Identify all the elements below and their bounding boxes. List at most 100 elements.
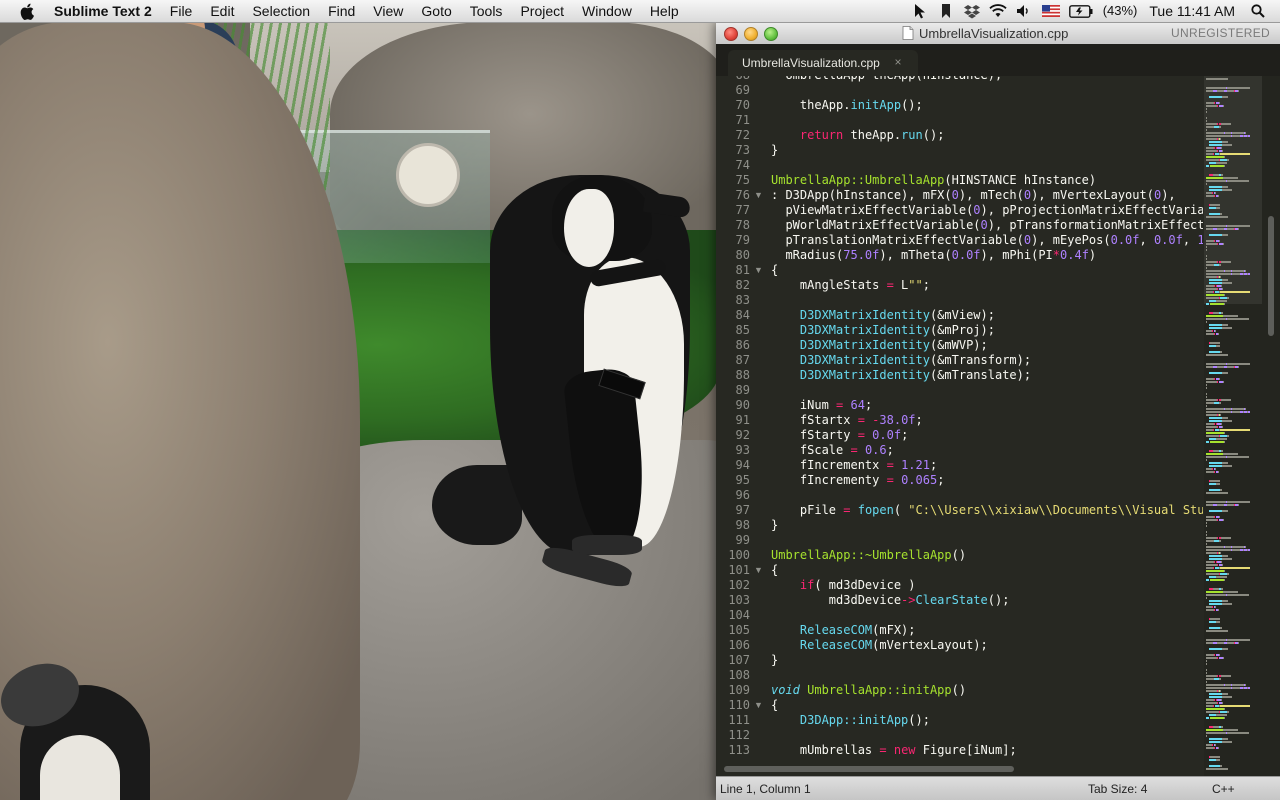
- code-line[interactable]: }: [771, 653, 778, 668]
- fold-arrow-icon[interactable]: ▼: [754, 563, 764, 578]
- code-line[interactable]: }: [771, 143, 778, 158]
- fold-arrow-icon[interactable]: ▼: [754, 188, 764, 203]
- minimap-line: [1219, 240, 1220, 242]
- code-line[interactable]: ReleaseCOM(mVertexLayout);: [771, 638, 988, 653]
- menu-bar: Sublime Text 2 File Edit Selection Find …: [0, 0, 1280, 23]
- minimap-line: [1215, 468, 1216, 470]
- close-tab-icon[interactable]: ×: [892, 56, 904, 68]
- code-line[interactable]: pViewMatrixEffectVariable(0), pProjectio…: [771, 203, 1203, 218]
- minimap-line: [1220, 153, 1250, 155]
- tab-umbrella-visualization[interactable]: UmbrellaVisualization.cpp ×: [728, 50, 918, 76]
- menu-help[interactable]: Help: [641, 0, 688, 22]
- minimap[interactable]: [1204, 76, 1280, 776]
- window-titlebar[interactable]: UmbrellaVisualization.cpp UNREGISTERED: [716, 22, 1280, 45]
- code-line[interactable]: return theApp.run();: [771, 128, 945, 143]
- line-number: 105: [728, 623, 750, 637]
- code-line[interactable]: UmbrellaApp theApp(hInstance);: [771, 76, 1002, 83]
- code-line[interactable]: fScale = 0.6;: [771, 443, 894, 458]
- code-token: (mFX);: [872, 623, 916, 637]
- battery-percentage[interactable]: (43%): [1097, 0, 1144, 22]
- line-number: 99: [735, 533, 750, 547]
- dropbox-icon[interactable]: [962, 0, 982, 22]
- menu-goto[interactable]: Goto: [412, 0, 460, 22]
- menu-app-name[interactable]: Sublime Text 2: [52, 0, 161, 22]
- flag-icon[interactable]: [1040, 0, 1062, 22]
- code-line[interactable]: void UmbrellaApp::initApp(): [771, 683, 966, 698]
- code-line[interactable]: pTranslationMatrixEffectVariable(0), mEy…: [771, 233, 1203, 248]
- code-token: ->: [901, 593, 916, 607]
- code-line[interactable]: if( md3dDevice ): [771, 578, 916, 593]
- code-line[interactable]: md3dDevice->ClearState();: [771, 593, 1010, 608]
- spotlight-search-icon[interactable]: [1248, 0, 1268, 22]
- battery-icon[interactable]: [1068, 0, 1094, 22]
- code-line[interactable]: UmbrellaApp::UmbrellaApp(HINSTANCE hInst…: [771, 173, 1096, 188]
- horizontal-scrollbar[interactable]: [724, 766, 1014, 772]
- apple-icon[interactable]: [16, 0, 38, 22]
- minimap-line: [1217, 150, 1218, 152]
- code-line[interactable]: D3DXMatrixIdentity(&mWVP);: [771, 338, 988, 353]
- menu-window[interactable]: Window: [573, 0, 641, 22]
- code-line[interactable]: D3DXMatrixIdentity(&mTranslate);: [771, 368, 1031, 383]
- code-line[interactable]: mUmbrellas = new Figure[iNum];: [771, 743, 1017, 758]
- minimap-line: [1227, 732, 1249, 734]
- code-line[interactable]: D3DApp::initApp();: [771, 713, 930, 728]
- code-line[interactable]: {: [771, 698, 778, 713]
- minimap-line: [1224, 294, 1225, 296]
- code-line[interactable]: fStarty = 0.0f;: [771, 428, 908, 443]
- menu-tools[interactable]: Tools: [461, 0, 512, 22]
- code-line[interactable]: D3DXMatrixIdentity(&mTransform);: [771, 353, 1031, 368]
- menu-view[interactable]: View: [364, 0, 412, 22]
- code-token: theApp.: [843, 128, 902, 142]
- code-editor[interactable]: 686970717273747576 ▼ 7778798081 ▼ 8283848586…: [716, 76, 1280, 776]
- code-line[interactable]: ReleaseCOM(mFX);: [771, 623, 916, 638]
- code-line[interactable]: }: [771, 518, 778, 533]
- code-line[interactable]: theApp.initApp();: [771, 98, 923, 113]
- wifi-icon[interactable]: [988, 0, 1008, 22]
- code-token: 1.21: [901, 458, 930, 472]
- code-line[interactable]: mAngleStats = L"";: [771, 278, 930, 293]
- fold-arrow-icon[interactable]: ▼: [754, 698, 764, 713]
- code-token: D3DApp::initApp: [799, 713, 909, 727]
- zoom-window-button[interactable]: [764, 27, 778, 41]
- minimize-window-button[interactable]: [744, 27, 758, 41]
- close-window-button[interactable]: [724, 27, 738, 41]
- menu-selection[interactable]: Selection: [243, 0, 319, 22]
- code-line[interactable]: UmbrellaApp::~UmbrellaApp(): [771, 548, 966, 563]
- bookmark-icon[interactable]: [936, 0, 956, 22]
- minimap-line: [1214, 423, 1215, 425]
- volume-icon[interactable]: [1014, 0, 1034, 22]
- code-line[interactable]: pFile = fopen( "C:\\Users\\xixiaw\\Docum…: [771, 503, 1203, 518]
- fold-arrow-icon[interactable]: ▼: [754, 263, 764, 278]
- minimap-line: [1213, 705, 1214, 707]
- code-token: ), pTransformationMatrixEffectVa: [987, 218, 1203, 232]
- minimap-line: [1216, 300, 1227, 302]
- line-number: 107: [728, 653, 750, 667]
- code-line[interactable]: {: [771, 563, 778, 578]
- code-area[interactable]: UmbrellaApp theApp(hInstance); theApp.in…: [771, 76, 1203, 776]
- code-line[interactable]: {: [771, 263, 778, 278]
- syntax-selector[interactable]: C++: [1212, 777, 1235, 800]
- minimap-line: [1212, 192, 1213, 194]
- code-line[interactable]: fIncrementx = 1.21;: [771, 458, 937, 473]
- menu-find[interactable]: Find: [319, 0, 364, 22]
- code-line[interactable]: pWorldMatrixEffectVariable(0), pTransfor…: [771, 218, 1203, 233]
- minimap-line: [1238, 642, 1239, 644]
- tab-size-selector[interactable]: Tab Size: 4: [1088, 777, 1147, 800]
- code-line[interactable]: fStartx = -38.0f;: [771, 413, 923, 428]
- menu-clock[interactable]: Tue 11:41 AM: [1143, 0, 1245, 22]
- menu-project[interactable]: Project: [511, 0, 573, 22]
- minimap-line: [1224, 303, 1225, 305]
- minimap-line: [1223, 243, 1224, 245]
- minimap-line: [1210, 579, 1224, 581]
- vertical-scrollbar[interactable]: [1268, 216, 1274, 336]
- code-line[interactable]: mRadius(75.0f), mTheta(0.0f), mPhi(PI*0.…: [771, 248, 1096, 263]
- code-line[interactable]: : D3DApp(hInstance), mFX(0), mTech(0), m…: [771, 188, 1176, 203]
- code-line[interactable]: D3DXMatrixIdentity(&mProj);: [771, 323, 995, 338]
- code-line[interactable]: D3DXMatrixIdentity(&mView);: [771, 308, 995, 323]
- code-line[interactable]: iNum = 64;: [771, 398, 872, 413]
- minimap-line: [1219, 102, 1220, 104]
- menu-edit[interactable]: Edit: [201, 0, 243, 22]
- code-line[interactable]: fIncrementy = 0.065;: [771, 473, 945, 488]
- cursor-icon[interactable]: [910, 0, 930, 22]
- menu-file[interactable]: File: [161, 0, 202, 22]
